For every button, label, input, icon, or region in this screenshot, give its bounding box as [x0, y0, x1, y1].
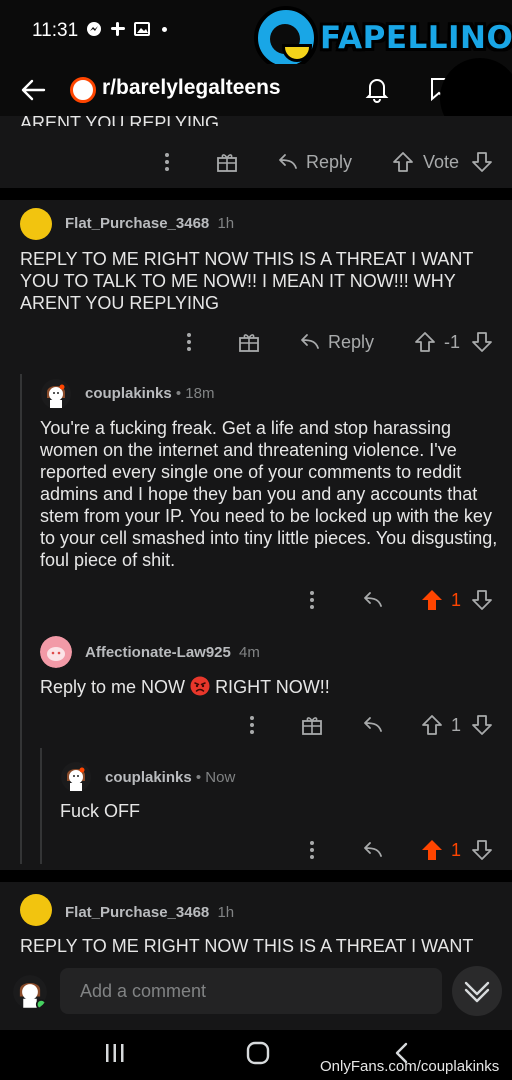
- back-arrow-icon[interactable]: [18, 74, 50, 106]
- upvote-icon[interactable]: [414, 331, 436, 353]
- notification-dot: [162, 26, 167, 32]
- comment-body: Fuck OFF: [60, 801, 140, 821]
- comment-card-previous: ARENT YOU REPLYING Reply Vote: [0, 113, 512, 188]
- thread-line[interactable]: [20, 374, 22, 864]
- comment-author[interactable]: couplakinks • 18m: [85, 385, 214, 402]
- downvote-icon[interactable]: [471, 714, 493, 736]
- status-time: 11:31: [32, 20, 79, 41]
- downvote-icon[interactable]: [471, 151, 493, 173]
- comment-age: Now: [205, 769, 236, 786]
- gallery-icon: [134, 22, 150, 36]
- onlyfans-watermark: OnlyFans.com/couplakinks: [320, 1058, 500, 1075]
- comment-author[interactable]: Flat_Purchase_3468 1h: [65, 215, 234, 232]
- comment-composer: Add a comment: [0, 958, 512, 1030]
- avatar[interactable]: [20, 894, 52, 926]
- award-icon[interactable]: [216, 151, 238, 173]
- avatar[interactable]: [40, 636, 72, 668]
- more-vertical-icon[interactable]: [245, 715, 259, 735]
- author-name[interactable]: Flat_Purchase_3468: [65, 904, 209, 921]
- reply-arrow-icon[interactable]: [361, 715, 383, 735]
- vote-score: 1: [451, 590, 462, 610]
- downvote-icon[interactable]: [471, 589, 493, 611]
- more-vertical-icon[interactable]: [305, 590, 319, 610]
- reply-arrow-icon[interactable]: [298, 332, 320, 352]
- comment-body: Reply to me NOW RIGHT NOW!!: [40, 676, 330, 697]
- comment-age: 18m: [185, 385, 215, 402]
- subreddit-avatar[interactable]: [70, 77, 96, 103]
- comment-separator: [0, 188, 512, 200]
- upvote-icon-active[interactable]: [421, 839, 443, 861]
- more-vertical-icon[interactable]: [305, 840, 319, 860]
- upvote-icon-active[interactable]: [421, 589, 443, 611]
- reply-arrow-icon[interactable]: [361, 590, 383, 610]
- watermark-logo-circle: [254, 6, 318, 70]
- author-name[interactable]: couplakinks: [105, 769, 192, 786]
- comment-card-next: Flat_Purchase_3468 1h REPLY TO ME RIGHT …: [0, 882, 512, 958]
- comment-author[interactable]: Flat_Purchase_3468 1h: [65, 904, 234, 921]
- reply-arrow-icon[interactable]: [276, 152, 298, 172]
- vote-score: -1: [444, 332, 461, 352]
- home-icon[interactable]: [246, 1041, 270, 1065]
- comment-age: 1h: [217, 904, 235, 921]
- reply-button[interactable]: Reply: [306, 152, 352, 173]
- reply-arrow-icon[interactable]: [361, 840, 383, 860]
- downvote-icon[interactable]: [471, 331, 493, 353]
- upvote-icon[interactable]: [392, 151, 414, 173]
- messenger-icon: [87, 22, 101, 36]
- thread-line-nested[interactable]: [40, 748, 42, 864]
- recent-apps-icon[interactable]: [104, 1042, 126, 1064]
- avatar[interactable]: [20, 208, 52, 240]
- vote-label: Vote: [423, 152, 460, 172]
- more-vertical-icon[interactable]: [160, 152, 174, 172]
- watermark-text: FAPELLINO: [320, 20, 512, 56]
- comment-body-partial: ARENT YOU REPLYING: [20, 113, 220, 126]
- award-icon[interactable]: [238, 331, 260, 353]
- more-vertical-icon[interactable]: [182, 332, 196, 352]
- add-comment-input[interactable]: Add a comment: [60, 968, 442, 1014]
- reply-button[interactable]: Reply: [328, 332, 374, 353]
- chevron-down-icon: [464, 981, 490, 1003]
- post-header: r/barelylegalteens: [0, 64, 512, 116]
- comment-body: You're a fucking freak. Get a life and s…: [40, 418, 498, 570]
- comment-author[interactable]: couplakinks • Now: [105, 769, 235, 786]
- avatar[interactable]: [40, 378, 72, 410]
- comment-placeholder: Add a comment: [80, 981, 207, 1001]
- next-comment-button[interactable]: [452, 966, 502, 1016]
- comment-age: 4m: [239, 644, 260, 661]
- angry-face-icon: [190, 676, 210, 696]
- slack-icon: [111, 22, 125, 36]
- user-avatar[interactable]: [12, 974, 48, 1010]
- bell-icon[interactable]: [362, 74, 392, 104]
- comment-thread: Flat_Purchase_3468 1h REPLY TO ME RIGHT …: [0, 200, 512, 870]
- comment-body: REPLY TO ME RIGHT NOW THIS IS A THREAT I…: [20, 249, 474, 313]
- upvote-icon[interactable]: [421, 714, 443, 736]
- vote-score: 1: [451, 840, 462, 860]
- subreddit-name[interactable]: r/barelylegalteens: [102, 76, 281, 100]
- comment-body: REPLY TO ME RIGHT NOW THIS IS A THREAT I…: [20, 936, 474, 956]
- avatar[interactable]: [60, 761, 92, 793]
- vote-score: 1: [451, 715, 462, 735]
- status-icons: [86, 21, 167, 37]
- author-name[interactable]: couplakinks: [85, 385, 172, 402]
- downvote-icon[interactable]: [471, 839, 493, 861]
- author-name[interactable]: Affectionate-Law925: [85, 644, 231, 661]
- comment-author[interactable]: Affectionate-Law925 4m: [85, 644, 260, 661]
- award-icon[interactable]: [301, 714, 323, 736]
- comment-age: 1h: [217, 215, 235, 232]
- comment-separator: [0, 870, 512, 882]
- author-name[interactable]: Flat_Purchase_3468: [65, 215, 209, 232]
